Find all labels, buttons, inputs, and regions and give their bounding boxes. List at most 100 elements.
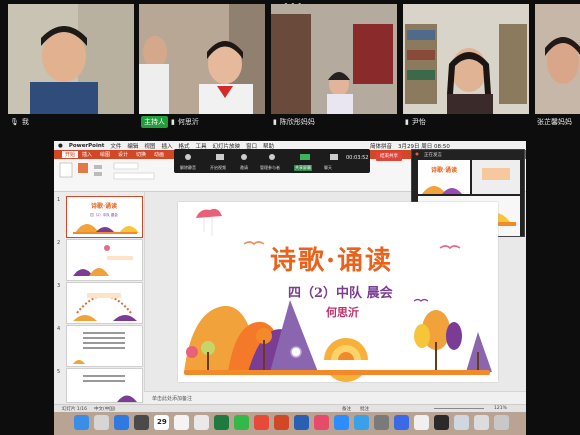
participant-label-host: 主持人 ▮ 何思沂 [141,114,199,130]
menu-insert[interactable]: 插入 [161,142,172,150]
preview-icon[interactable] [414,415,429,430]
reminders-icon[interactable] [194,415,209,430]
start-video-button[interactable]: 开启视频 [210,165,226,171]
slide-thumbnail-3[interactable] [66,282,143,324]
wechat-icon[interactable] [234,415,249,430]
app-store-icon[interactable] [354,415,369,430]
folder-icon[interactable] [454,415,469,430]
share-screen-button[interactable]: 共享屏幕 [294,165,312,171]
menu-edit[interactable]: 编辑 [127,142,138,150]
weibo-icon[interactable] [254,415,269,430]
finder-icon[interactable] [74,415,89,430]
calendar-day: 29 [157,418,167,426]
tab-draw[interactable]: 绘图 [100,151,110,158]
host-badge: 主持人 [141,116,168,128]
slide-thumbnail-1[interactable]: 诗歌·诵读 四（2）中队 晨会 [66,196,143,238]
tab-animations[interactable]: 动画 [154,151,164,158]
thumbnail-preview [73,293,137,321]
video-tile-5[interactable] [535,4,580,114]
chat-button[interactable]: 聊天 [324,165,332,171]
slide-canvas[interactable]: 诗歌·诵读 四（2）中队 晨会 何思沂 [178,202,498,382]
participant-video [271,4,397,114]
video-tile-host[interactable] [139,4,265,114]
mic-icon: 🎙 [10,118,19,126]
signal-icon: ▮ [405,118,409,126]
excel-icon[interactable] [214,415,229,430]
menu-file[interactable]: 文件 [110,142,121,150]
settings-icon[interactable] [374,415,389,430]
thumbnail-preview: 诗歌·诵读 四（2）中队 晨会 [73,202,139,234]
slide-thumbnail-4[interactable] [66,325,143,367]
participant-label-me: 🎙 我 [10,114,29,130]
app-menu[interactable]: PowerPoint [69,143,105,149]
participant-video [139,4,265,114]
input-method[interactable]: 简体拼音 [370,142,392,150]
slide-number: 2 [57,240,61,246]
participant-video [8,4,134,114]
zoom-slider[interactable] [434,408,484,409]
participant-video [535,4,580,114]
svg-text:诗歌·诵读: 诗歌·诵读 [431,166,457,174]
thumbnail-preview [73,245,133,276]
slide-thumbnail-pane: 1 诗歌·诵读 四（2）中队 晨会 2 3 4 5 [54,192,145,403]
notes-pane[interactable]: 单击此处添加备注 [144,391,526,404]
participant-name: 我 [21,118,29,126]
safari-icon[interactable] [114,415,129,430]
zoom-level[interactable]: 121% [494,406,507,411]
slide-number: 1 [57,197,61,203]
participant-name: 陈欣彤妈妈 [279,118,315,126]
signal-icon: ▮ [273,118,277,126]
apple-icon[interactable]: ● [58,143,63,149]
mac-dock: 29 [54,412,526,435]
thumbnail-preview [73,332,125,364]
unmute-button[interactable]: 解除静音 [180,165,196,171]
participant-label-4: ▮ 尹怡 [405,114,426,130]
speaker-view-label: 正在发言 [424,153,442,158]
terminal-icon[interactable] [434,415,449,430]
notes-app-icon[interactable] [174,415,189,430]
calendar-icon[interactable]: 29 [154,415,169,430]
participant-label-3: ▮ 陈欣彤妈妈 [273,114,315,130]
tencent-meeting-icon[interactable] [394,415,409,430]
tab-home[interactable]: 开始 [62,151,79,158]
launchpad-icon[interactable] [94,415,109,430]
slide-number: 5 [57,369,61,375]
manage-participants-button[interactable]: 管理参与者 [260,165,280,171]
invite-button[interactable]: 邀请 [240,165,248,171]
slide-number: 4 [57,326,61,332]
music-icon[interactable] [314,415,329,430]
notes-placeholder: 单击此处添加备注 [152,396,193,402]
participant-name: 何思沂 [177,118,199,126]
menu-view[interactable]: 视图 [144,142,155,150]
shared-screen: ● PowerPoint 文件 编辑 视图 插入 格式 工具 幻灯片放映 窗口 … [54,141,526,435]
slide-title[interactable]: 诗歌·诵读 [270,240,393,277]
video-tile-me[interactable] [8,4,134,114]
slide-thumbnail-5[interactable] [66,368,143,403]
trash-icon[interactable] [494,415,509,430]
tab-design[interactable]: 设计 [118,151,128,158]
thumbnail-preview [83,375,137,402]
video-tile-4[interactable] [403,4,529,114]
meeting-control-bar: 解除静音 开启视频 邀请 管理参与者 共享屏幕 聊天 [174,149,370,173]
participant-name: 尹怡 [411,118,426,126]
svg-text:四（2）中队 晨会: 四（2）中队 晨会 [90,212,118,217]
signal-icon: ▮ [171,118,175,126]
meeting-timer: 00:03:52 [346,155,369,161]
meeting-bar-icons [185,154,338,160]
system-icon[interactable] [134,415,149,430]
stop-share-button[interactable]: 结束共享 [376,152,402,161]
slide-thumbnail-2[interactable] [66,239,143,281]
powerpoint-icon[interactable] [274,415,289,430]
tab-transitions[interactable]: 切换 [136,151,146,158]
participant-label-5: 张芷馨妈妈 [537,114,572,130]
participant-name: 张芷馨妈妈 [537,118,572,126]
video-tile-3[interactable] [271,4,397,114]
zoom-icon[interactable] [334,415,349,430]
svg-text:诗歌·诵读: 诗歌·诵读 [91,202,117,210]
slide-subtitle[interactable]: 四（2）中队 晨会 [288,282,393,301]
tab-insert[interactable]: 插入 [82,151,92,158]
word-icon[interactable] [294,415,309,430]
slide-presenter[interactable]: 何思沂 [326,304,359,320]
slide-number: 3 [57,283,61,289]
downloads-icon[interactable] [474,415,489,430]
